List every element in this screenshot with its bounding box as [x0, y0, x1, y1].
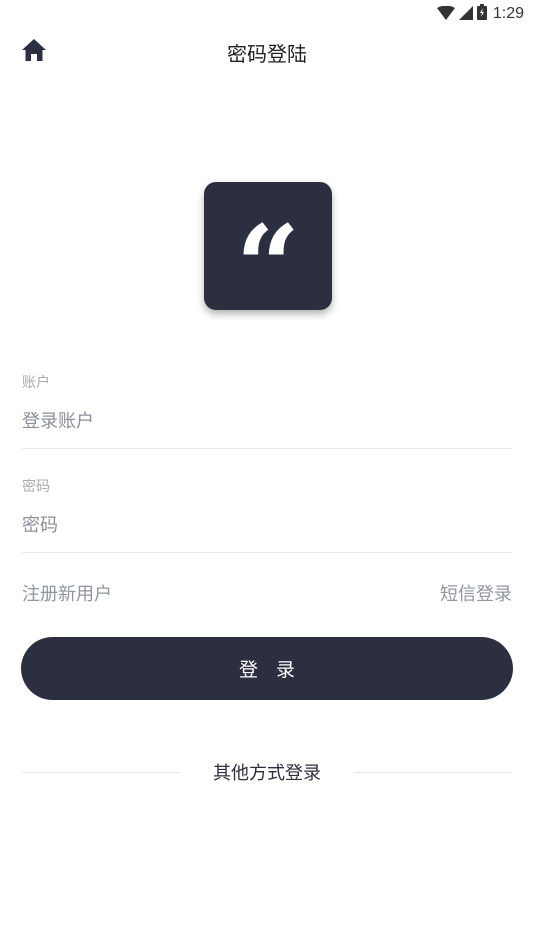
- account-label: 账户: [22, 375, 50, 391]
- links-row: 注册新用户 短信登录: [22, 580, 512, 606]
- register-link[interactable]: 注册新用户: [22, 580, 112, 606]
- page-title: 密码登陆: [227, 42, 307, 66]
- wifi-icon: [436, 5, 455, 24]
- account-input[interactable]: [22, 408, 512, 434]
- battery-icon: [476, 4, 487, 24]
- divider-line-right: [355, 771, 512, 773]
- signal-icon: [458, 5, 473, 24]
- app-logo: “: [204, 182, 332, 324]
- password-input[interactable]: [22, 512, 512, 538]
- account-underline: [22, 448, 512, 449]
- divider-line-left: [22, 771, 179, 773]
- quote-logo-icon: “: [235, 202, 301, 333]
- other-login-label[interactable]: 其他方式登录: [179, 759, 355, 785]
- account-field: 账户: [22, 372, 512, 449]
- other-login-divider: 其他方式登录: [22, 758, 512, 786]
- login-button[interactable]: 登 录: [21, 637, 513, 700]
- password-underline: [22, 552, 512, 553]
- password-field: 密码: [22, 476, 512, 553]
- status-bar: 1:29: [0, 0, 534, 28]
- status-time: 1:29: [492, 5, 524, 22]
- sms-login-link[interactable]: 短信登录: [440, 580, 512, 606]
- header: 密码登陆: [0, 30, 534, 74]
- password-label: 密码: [22, 479, 50, 495]
- status-icons: 1:29: [436, 4, 524, 24]
